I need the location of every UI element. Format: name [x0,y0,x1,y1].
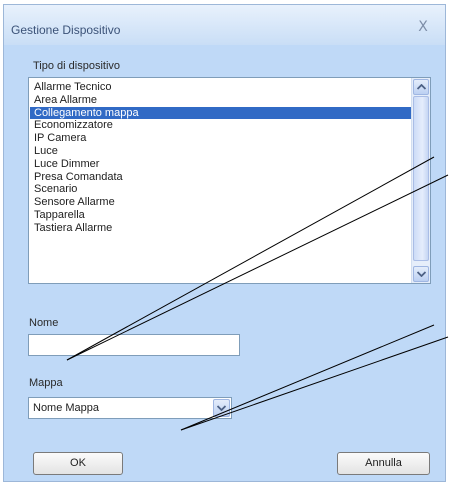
annotation-line [180,324,435,431]
annotation-lines [66,156,449,431]
annotation-line [66,174,449,361]
annotation-line [180,336,449,431]
annotation-line [66,156,435,361]
